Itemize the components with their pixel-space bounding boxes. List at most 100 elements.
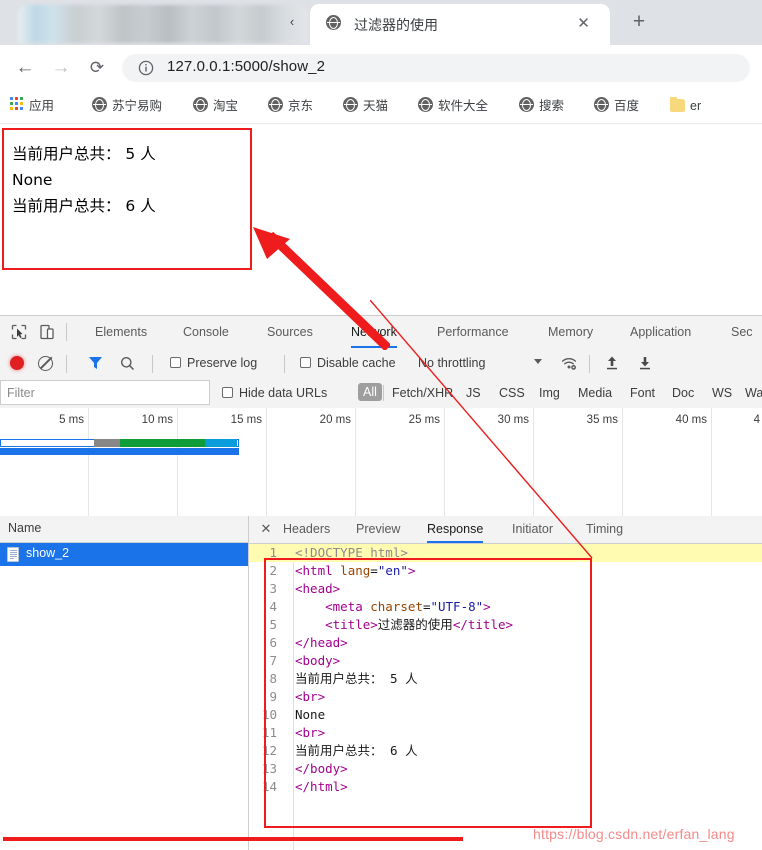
timeline-tick: 35 ms <box>586 414 618 426</box>
filter-type-css[interactable]: CSS <box>499 385 525 401</box>
preserve-log-checkbox[interactable]: Preserve log <box>170 355 257 371</box>
code-line: 1 <!DOCTYPE html> <box>249 544 762 562</box>
tab-console[interactable]: Console <box>183 316 229 348</box>
bookmark-taobao[interactable]: 淘宝 <box>193 97 238 117</box>
line-number: 12 <box>261 743 277 758</box>
line-number: 10 <box>261 707 277 722</box>
filter-type-doc[interactable]: Doc <box>672 385 694 401</box>
disable-cache-label: Disable cache <box>317 356 396 370</box>
bookmark-folder[interactable]: er <box>670 96 702 117</box>
tab-preview[interactable]: Preview <box>356 516 400 543</box>
disable-cache-checkbox[interactable]: Disable cache <box>300 355 396 371</box>
filter-type-fetch-xhr[interactable]: Fetch/XHR <box>392 385 453 401</box>
filter-type-img[interactable]: Img <box>539 385 560 401</box>
close-icon[interactable]: ✕ <box>575 15 592 32</box>
filter-input[interactable]: Filter <box>0 380 210 405</box>
line-number: 3 <box>269 581 277 596</box>
checkbox-icon[interactable] <box>300 357 311 368</box>
line-number: 4 <box>269 599 277 614</box>
code-text: </body> <box>295 761 348 776</box>
bookmark-label: 应用 <box>29 99 55 113</box>
bookmark-label: er <box>690 99 702 113</box>
tab-network[interactable]: Network <box>351 316 397 348</box>
chevron-down-icon[interactable] <box>534 359 542 364</box>
bookmark-software[interactable]: 软件大全 <box>418 97 488 117</box>
response-code-viewer[interactable]: 1 <!DOCTYPE html> 2 <html lang="en"> 3 <head>… <box>249 544 762 850</box>
record-icon[interactable] <box>10 356 24 370</box>
filter-type-all[interactable]: All <box>358 383 382 401</box>
line-number: 1 <box>269 545 277 560</box>
tab-timing[interactable]: Timing <box>586 516 623 543</box>
bar-segment-waiting <box>205 439 237 447</box>
throttling-select[interactable]: No throttling <box>418 355 485 371</box>
export-har-icon[interactable] <box>637 355 653 371</box>
globe-icon <box>326 15 343 32</box>
line-number: 13 <box>261 761 277 776</box>
request-detail: ✕ Headers Preview Response Initiator Tim… <box>249 516 762 850</box>
bookmark-label: 软件大全 <box>438 99 489 113</box>
filter-type-wasm[interactable]: Wa <box>745 385 762 401</box>
preserve-log-label: Preserve log <box>187 356 258 370</box>
info-circle-icon[interactable] <box>138 60 154 76</box>
forward-icon[interactable]: → <box>48 55 74 81</box>
tab-inactive-blurred[interactable] <box>18 5 308 43</box>
filter-type-media[interactable]: Media <box>578 385 612 401</box>
network-overview[interactable]: 5 ms 10 ms 15 ms 20 ms 25 ms 30 ms 35 ms… <box>0 408 762 517</box>
tab-performance[interactable]: Performance <box>437 316 509 348</box>
filter-icon[interactable] <box>88 356 103 370</box>
code-text: <br> <box>295 689 326 704</box>
network-conditions-icon[interactable] <box>561 356 577 371</box>
filter-type-font[interactable]: Font <box>630 385 655 401</box>
tab-strip: ‹ 过滤器的使用 ✕ + <box>0 0 762 45</box>
search-icon[interactable] <box>120 356 135 371</box>
close-icon[interactable]: ✕ <box>259 521 273 537</box>
bookmark-suning[interactable]: 苏宁易购 <box>92 97 162 117</box>
device-toolbar-icon[interactable] <box>38 323 56 341</box>
tab-elements[interactable]: Elements <box>95 316 147 348</box>
code-line: 6 </head> <box>249 634 762 652</box>
bookmark-tmall[interactable]: 天猫 <box>343 97 388 117</box>
tab-application[interactable]: Application <box>630 316 691 348</box>
back-icon[interactable]: ← <box>12 55 38 81</box>
bookmark-baidu[interactable]: 百度 <box>594 97 639 117</box>
bookmark-search[interactable]: 搜索 <box>519 97 564 117</box>
tab-response[interactable]: Response <box>427 516 484 543</box>
tab-initiator[interactable]: Initiator <box>512 516 553 543</box>
code-line: 8 当前用户总共： 5 人 <box>249 670 762 688</box>
globe-icon <box>418 97 433 112</box>
line-number: 9 <box>269 689 277 704</box>
table-row[interactable]: show_2 <box>0 543 248 566</box>
tab-sources[interactable]: Sources <box>267 316 313 348</box>
code-text: </head> <box>295 635 348 650</box>
code-line: 2 <html lang="en"> <box>249 562 762 580</box>
timeline-tick: 15 ms <box>230 414 262 426</box>
tab-security[interactable]: Sec <box>731 316 753 348</box>
code-line: 9 <br> <box>249 688 762 706</box>
clear-icon[interactable] <box>38 356 53 371</box>
address-bar[interactable]: 127.0.0.1:5000/show_2 <box>122 54 750 82</box>
code-text: <body> <box>295 653 341 668</box>
tab-headers[interactable]: Headers <box>283 516 330 543</box>
request-list-header[interactable]: Name <box>0 516 248 543</box>
tab-active[interactable]: 过滤器的使用 ✕ <box>310 4 610 45</box>
new-tab-button[interactable]: + <box>628 11 650 33</box>
checkbox-icon[interactable] <box>222 387 233 398</box>
code-text: </html> <box>295 779 348 794</box>
inspect-element-icon[interactable] <box>10 323 28 341</box>
tab-memory[interactable]: Memory <box>548 316 593 348</box>
line-number: 7 <box>269 653 277 668</box>
reload-icon[interactable]: ⟳ <box>84 55 110 81</box>
page-content: 当前用户总共： 5 人 None 当前用户总共： 6 人 <box>12 141 156 219</box>
code-line: 10 None <box>249 706 762 724</box>
checkbox-icon[interactable] <box>170 357 181 368</box>
filter-type-ws[interactable]: WS <box>712 385 732 401</box>
import-har-icon[interactable] <box>604 355 620 371</box>
tab-scroll-left-icon[interactable]: ‹ <box>285 14 299 30</box>
bookmark-jd[interactable]: 京东 <box>268 97 313 117</box>
bookmark-apps[interactable]: 应用 <box>10 97 54 117</box>
line-number: 2 <box>269 563 277 578</box>
filter-type-js[interactable]: JS <box>466 385 481 401</box>
hide-data-urls-checkbox[interactable]: Hide data URLs <box>222 385 327 401</box>
page-viewport: 当前用户总共： 5 人 None 当前用户总共： 6 人 <box>0 123 762 316</box>
bookmark-label: 苏宁易购 <box>112 99 163 113</box>
